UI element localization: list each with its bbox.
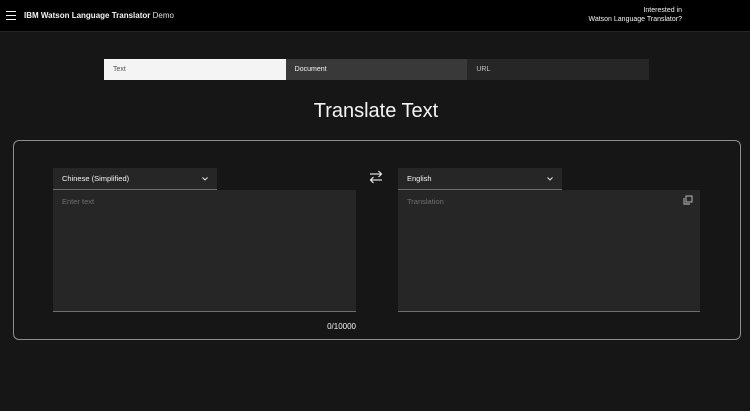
interested-line-2: Watson Language Translator? [588, 15, 682, 23]
tab-url[interactable]: URL [467, 59, 649, 80]
interested-line-1: Interested in [643, 7, 682, 14]
source-language-dropdown[interactable]: Chinese (Simplified) [53, 168, 217, 190]
target-language-dropdown[interactable]: English [398, 168, 562, 190]
hamburger-menu-icon[interactable] [6, 11, 16, 20]
top-navigation-bar: IBM Watson Language Translator Demo Inte… [0, 0, 750, 32]
translation-placeholder: Translation [407, 197, 444, 206]
brand-suffix: Demo [152, 11, 174, 20]
source-language-label: Chinese (Simplified) [62, 174, 130, 183]
input-type-tabs: Text Document URL [104, 59, 649, 80]
target-language-label: English [407, 174, 432, 183]
chevron-down-icon [202, 177, 208, 181]
tab-text[interactable]: Text [104, 59, 286, 80]
app-title[interactable]: IBM Watson Language Translator Demo [24, 11, 174, 21]
copy-icon[interactable] [683, 195, 693, 205]
swap-languages-icon[interactable] [367, 168, 385, 186]
interested-link[interactable]: Interested in Watson Language Translator… [588, 7, 682, 24]
character-counter: 0/10000 [327, 322, 356, 331]
brand-name: IBM Watson Language Translator [24, 11, 151, 20]
translation-output: Translation [398, 190, 700, 312]
source-text-input[interactable] [53, 190, 356, 312]
page-title: Translate Text [313, 100, 439, 122]
tab-document[interactable]: Document [285, 59, 468, 80]
chevron-down-icon [547, 177, 553, 181]
